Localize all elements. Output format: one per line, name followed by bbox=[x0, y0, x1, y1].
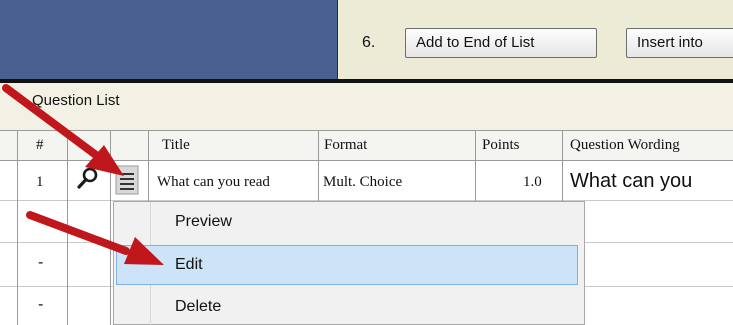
row-number: 1 bbox=[36, 174, 44, 190]
column-header-question-wording[interactable]: Question Wording bbox=[570, 137, 680, 154]
column-header-number[interactable]: # bbox=[36, 137, 44, 154]
row-question-wording[interactable]: What can you bbox=[570, 170, 692, 193]
row-number: - bbox=[38, 211, 44, 228]
row-format[interactable]: Mult. Choice bbox=[323, 174, 402, 191]
column-header-format[interactable]: Format bbox=[324, 137, 367, 154]
menu-item-delete[interactable]: Delete bbox=[175, 298, 221, 316]
magnifier-icon[interactable] bbox=[76, 166, 100, 190]
row-number: - bbox=[38, 254, 44, 271]
column-header-title[interactable]: Title bbox=[162, 137, 190, 154]
row-points[interactable]: 1.0 bbox=[523, 174, 542, 191]
row-title[interactable]: What can you read bbox=[157, 174, 317, 191]
row-number: - bbox=[38, 296, 44, 313]
menu-item-preview[interactable]: Preview bbox=[175, 213, 232, 231]
menu-item-edit[interactable]: Edit bbox=[175, 256, 203, 274]
menu-lines-icon[interactable] bbox=[115, 165, 139, 195]
column-header-points[interactable]: Points bbox=[482, 137, 520, 154]
